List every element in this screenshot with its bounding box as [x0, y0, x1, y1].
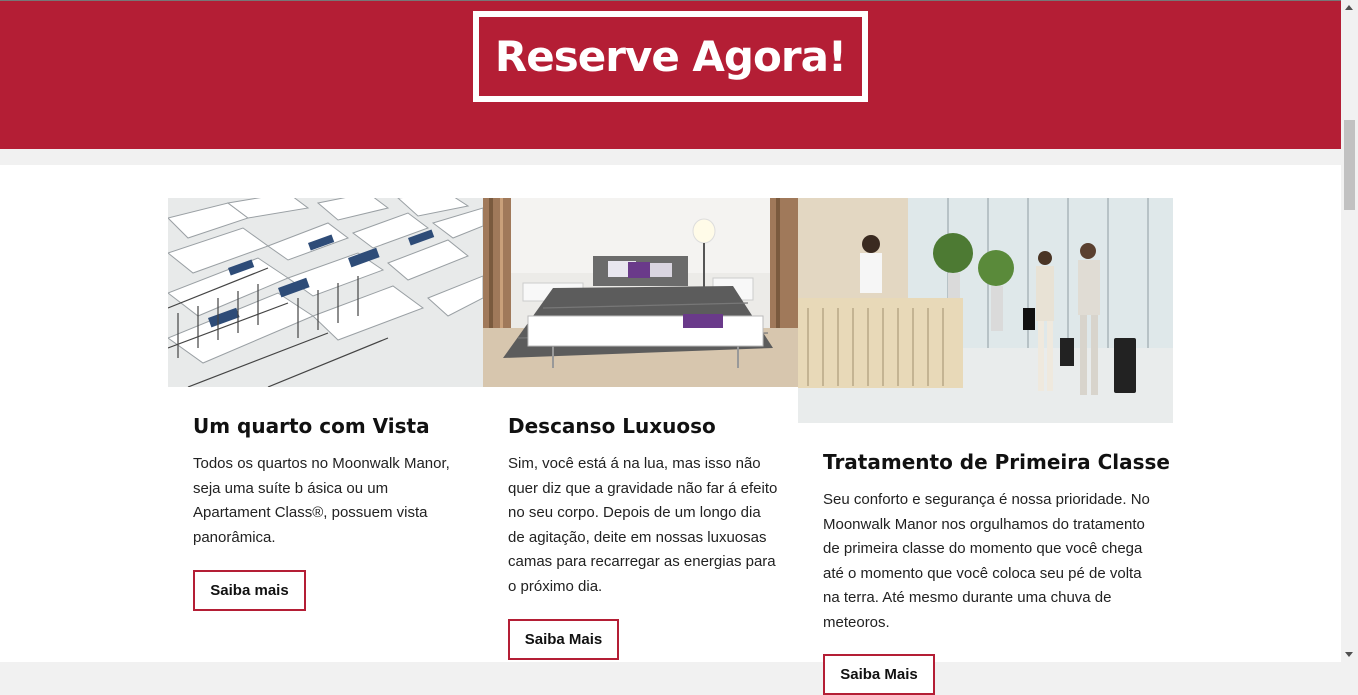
- reserve-now-button[interactable]: Reserve Agora!: [473, 11, 868, 102]
- card-description: Todos os quartos no Moonwalk Manor, seja…: [193, 455, 450, 546]
- card-title: Um quarto com Vista: [193, 414, 430, 438]
- card-description: Sim, você está á na lua, mas isso não qu…: [508, 455, 778, 595]
- learn-more-button[interactable]: Saiba Mais: [508, 619, 619, 660]
- feature-card-service: Tratamento de Primeira Classe Seu confor…: [798, 198, 1173, 695]
- learn-more-button[interactable]: Saiba Mais: [823, 654, 935, 695]
- vertical-scrollbar[interactable]: [1341, 0, 1358, 662]
- learn-more-button[interactable]: Saiba mais: [193, 570, 306, 611]
- card-description: Seu conforto e segurança é nossa priorid…: [823, 491, 1150, 631]
- scroll-down-arrow-icon[interactable]: [1345, 652, 1353, 657]
- scroll-up-arrow-icon[interactable]: [1345, 5, 1353, 10]
- feature-card-rest: Descanso Luxuoso Sim, você está á na lua…: [483, 198, 798, 662]
- hotel-lobby-image: [798, 198, 1173, 423]
- bedroom-image: [483, 198, 798, 387]
- card-title: Tratamento de Primeira Classe: [823, 450, 1170, 474]
- reserve-banner: Reserve Agora!: [0, 1, 1341, 149]
- scroll-thumb[interactable]: [1344, 120, 1355, 210]
- hotel-facade-image: [168, 198, 483, 387]
- feature-card-view: Um quarto com Vista Todos os quartos no …: [168, 198, 483, 662]
- features-section: Um quarto com Vista Todos os quartos no …: [0, 165, 1341, 695]
- card-title: Descanso Luxuoso: [508, 414, 716, 438]
